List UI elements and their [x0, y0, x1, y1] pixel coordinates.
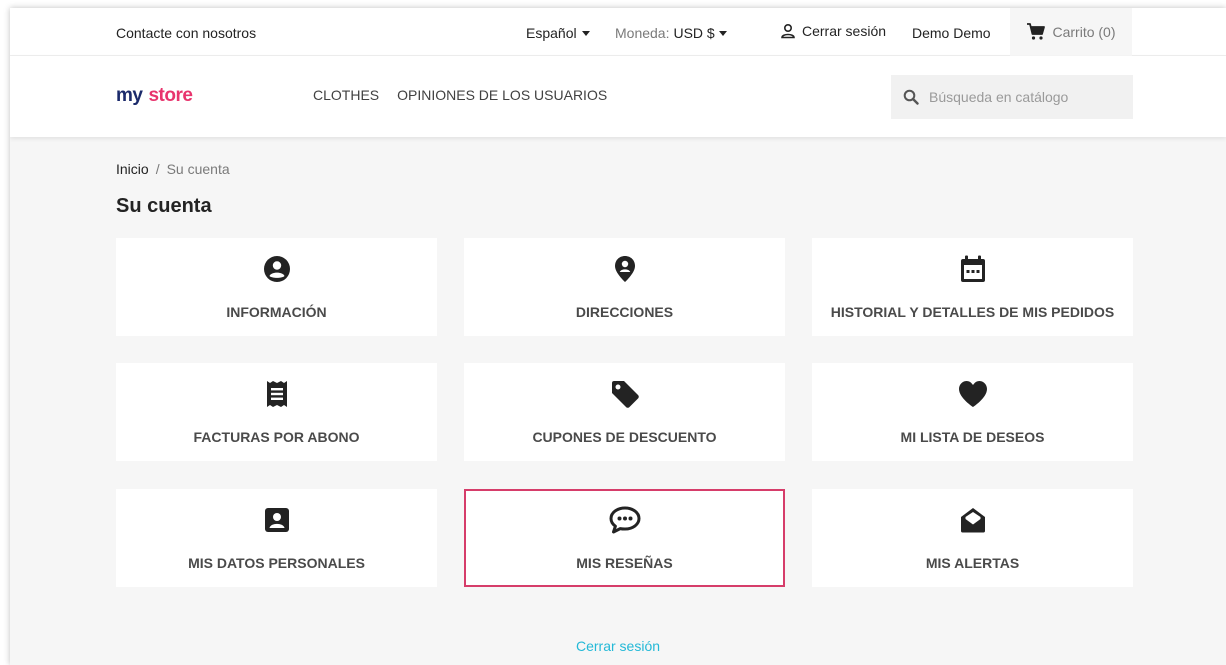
- search-box: [891, 75, 1133, 119]
- heart-icon: [958, 379, 988, 409]
- tile-wishlist[interactable]: MI LISTA DE DESEOS: [812, 363, 1133, 461]
- footer-logout-link[interactable]: Cerrar sesión: [10, 638, 1226, 654]
- tile-label: MIS DATOS PERSONALES: [188, 555, 365, 571]
- cart-button[interactable]: Carrito (0): [1010, 8, 1132, 56]
- open-envelope-icon: [959, 505, 987, 535]
- nav-item-clothes[interactable]: CLOTHES: [313, 87, 379, 103]
- breadcrumb-home[interactable]: Inicio: [116, 161, 149, 177]
- tile-label: DIRECCIONES: [575, 304, 674, 320]
- contact-card-icon: [264, 505, 290, 535]
- top-bar: Contacte con nosotros Español Moneda: US…: [10, 8, 1226, 56]
- breadcrumb: Inicio / Su cuenta: [116, 161, 230, 177]
- search-input[interactable]: [929, 89, 1119, 105]
- store-logo[interactable]: my store: [116, 85, 193, 107]
- tag-icon: [610, 379, 640, 409]
- language-selector[interactable]: Español: [526, 25, 590, 41]
- tile-label: MI LISTA DE DESEOS: [900, 429, 1045, 445]
- contact-link[interactable]: Contacte con nosotros: [116, 25, 256, 41]
- tile-order-history[interactable]: HISTORIAL Y DETALLES DE MIS PEDIDOS: [812, 238, 1133, 336]
- chat-bubble-icon: [609, 505, 641, 535]
- account-name-link[interactable]: Demo Demo: [912, 25, 991, 41]
- tile-personal-data[interactable]: MIS DATOS PERSONALES: [116, 489, 437, 587]
- tile-my-reviews[interactable]: MIS RESEÑAS: [464, 489, 785, 587]
- receipt-icon: [266, 379, 288, 409]
- nav-item-reviews[interactable]: OPINIONES DE LOS USUARIOS: [397, 87, 607, 103]
- cart-label: Carrito (0): [1052, 24, 1116, 40]
- breadcrumb-separator: /: [155, 161, 160, 177]
- browser-viewport: Contacte con nosotros Español Moneda: US…: [10, 8, 1226, 665]
- tile-label: INFORMACIÓN: [226, 304, 327, 320]
- currency-label: Moneda:: [615, 25, 670, 41]
- tile-label: HISTORIAL Y DETALLES DE MIS PEDIDOS: [830, 304, 1115, 320]
- tile-label: MIS RESEÑAS: [576, 555, 673, 571]
- language-label: Español: [526, 25, 577, 41]
- tile-label: FACTURAS POR ABONO: [193, 429, 360, 445]
- breadcrumb-current: Su cuenta: [166, 161, 230, 177]
- cart-icon: [1027, 23, 1046, 40]
- main-nav: CLOTHES OPINIONES DE LOS USUARIOS: [313, 87, 607, 103]
- chevron-down-icon: [581, 30, 590, 36]
- location-pin-icon: [614, 254, 636, 284]
- logo-word-my: my: [116, 85, 143, 106]
- logout-label: Cerrar sesión: [802, 23, 887, 39]
- tile-my-alerts[interactable]: MIS ALERTAS: [812, 489, 1133, 587]
- currency-selector[interactable]: Moneda: USD $: [615, 25, 727, 41]
- search-icon[interactable]: [903, 89, 919, 105]
- tile-credit-slips[interactable]: FACTURAS POR ABONO: [116, 363, 437, 461]
- tile-label: MIS ALERTAS: [925, 555, 1020, 571]
- logout-link[interactable]: Cerrar sesión: [780, 23, 886, 39]
- tile-vouchers[interactable]: CUPONES DE DESCUENTO: [464, 363, 785, 461]
- site-header: my store CLOTHES OPINIONES DE LOS USUARI…: [10, 56, 1226, 137]
- logo-word-store: store: [148, 85, 193, 106]
- tile-label: CUPONES DE DESCUENTO: [532, 429, 717, 445]
- currency-value: USD $: [673, 25, 715, 41]
- account-circle-icon: [263, 254, 291, 284]
- tile-information[interactable]: INFORMACIÓN: [116, 238, 437, 336]
- user-icon: [781, 23, 795, 39]
- page-title: Su cuenta: [116, 195, 212, 217]
- chevron-down-icon: [718, 30, 727, 36]
- calendar-icon: [960, 254, 986, 284]
- tile-addresses[interactable]: DIRECCIONES: [464, 238, 785, 336]
